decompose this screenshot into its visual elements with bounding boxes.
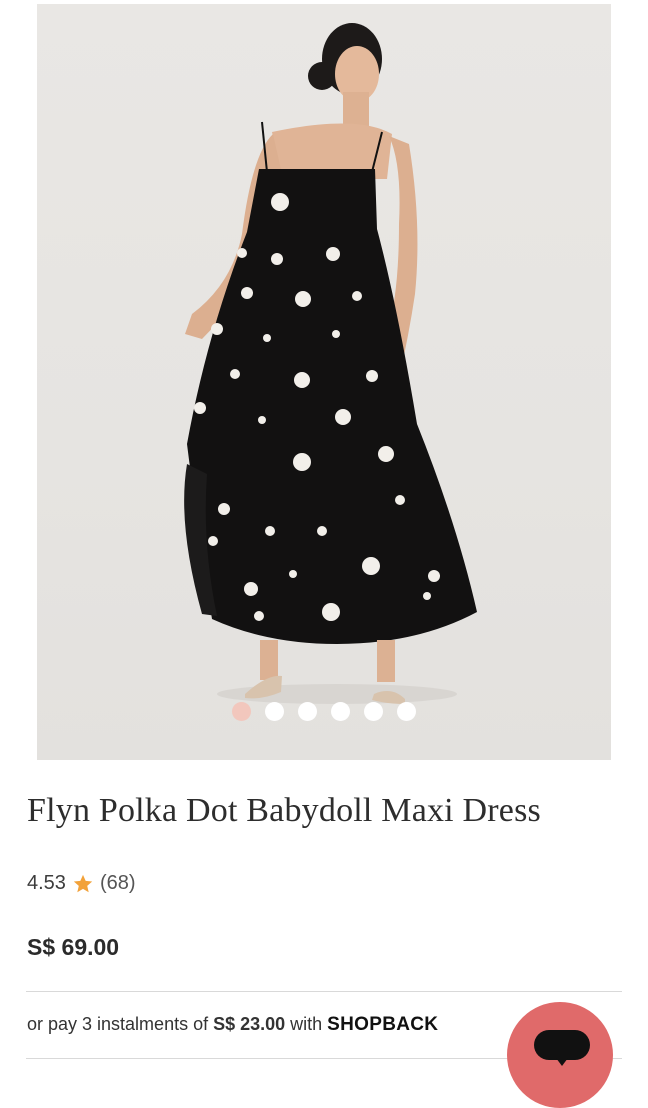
product-photo — [184, 23, 477, 704]
rating-value: 4.53 — [27, 872, 66, 894]
gallery-pagination — [37, 702, 611, 721]
star-icon — [73, 874, 93, 892]
gallery-dot-5[interactable] — [364, 702, 383, 721]
installment-amount: S$ 23.00 — [213, 1014, 286, 1034]
product-rating[interactable]: 4.53 (68) — [27, 872, 136, 895]
installment-info[interactable]: or pay 3 instalments of S$ 23.00 with SH… — [27, 1014, 438, 1036]
product-price: S$ 69.00 — [27, 934, 120, 960]
chat-bubble-icon — [534, 1030, 590, 1066]
gallery-dot-4[interactable] — [331, 702, 350, 721]
review-count: (68) — [99, 872, 136, 894]
product-title: Flyn Polka Dot Babydoll Maxi Dress — [27, 792, 541, 829]
installment-middle: with — [285, 1014, 328, 1034]
chat-button[interactable] — [507, 1002, 613, 1108]
gallery-dot-6[interactable] — [397, 702, 416, 721]
shopback-logo: SHOPBACK — [327, 1014, 439, 1035]
installment-prefix: or pay 3 instalments of — [27, 1014, 214, 1034]
divider — [26, 991, 622, 992]
gallery-dot-2[interactable] — [265, 702, 284, 721]
product-image-gallery[interactable] — [37, 4, 611, 760]
gallery-dot-1[interactable] — [232, 702, 251, 721]
gallery-dot-3[interactable] — [298, 702, 317, 721]
